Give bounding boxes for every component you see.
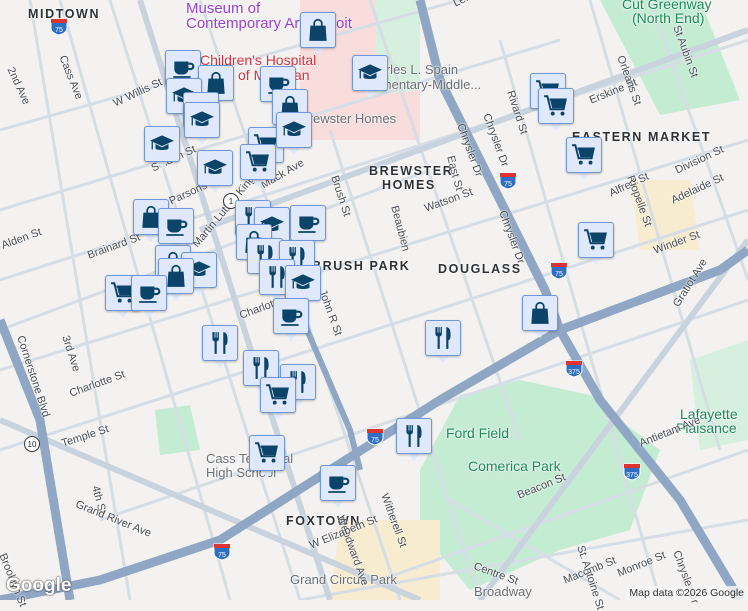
route-shield-i75: 75: [212, 543, 232, 561]
map-marker-shopping[interactable]: [522, 295, 558, 341]
svg-text:75: 75: [218, 552, 226, 559]
route-shield-m10: 10: [23, 435, 43, 453]
coffee-icon: [290, 205, 326, 241]
restaurant-icon: [396, 418, 432, 454]
coffee-icon: [320, 465, 356, 501]
map-attribution[interactable]: Map data ©2026 Google: [625, 586, 748, 600]
school-icon: [144, 126, 180, 162]
map-marker-school[interactable]: [352, 55, 388, 101]
grocery-icon: [538, 88, 574, 124]
map-marker-grocery[interactable]: [240, 144, 276, 190]
neighborhood-brush-park: BRUSH PARK: [312, 259, 411, 273]
coffee-icon: [131, 275, 167, 311]
shopping-icon: [522, 295, 558, 331]
coffee-icon: [273, 298, 309, 334]
svg-text:375: 375: [626, 472, 638, 479]
map-marker-grocery[interactable]: [260, 377, 296, 423]
map-marker-grocery[interactable]: [578, 222, 614, 268]
map-marker-restaurant[interactable]: [396, 418, 432, 464]
grocery-icon: [578, 222, 614, 258]
restaurant-icon: [202, 325, 238, 361]
neighborhood-brewster-homes: HOMES: [382, 178, 436, 192]
google-logo: Google: [6, 575, 72, 596]
svg-text:75: 75: [371, 437, 379, 444]
school-icon: [352, 55, 388, 91]
svg-text:75: 75: [55, 27, 63, 34]
poi-grand-circus-park[interactable]: Grand Circus Park: [290, 572, 397, 587]
map-marker-coffee[interactable]: [131, 275, 167, 321]
grocery-icon: [249, 435, 285, 471]
map-marker-shopping[interactable]: [300, 12, 336, 58]
map-marker-coffee[interactable]: [273, 298, 309, 344]
neighborhood-brewster: BREWSTER: [369, 164, 454, 178]
school-icon: [276, 112, 312, 148]
svg-text:10: 10: [28, 440, 37, 449]
coffee-icon: [158, 208, 194, 244]
map-marker-coffee[interactable]: [320, 465, 356, 511]
shopping-icon: [300, 12, 336, 48]
school-icon: [197, 150, 233, 186]
route-shield-i375: 375: [622, 463, 642, 481]
neighborhood-douglass: DOUGLASS: [438, 262, 522, 276]
map-marker-grocery[interactable]: [566, 137, 602, 183]
poi-ford-field[interactable]: Ford Field: [446, 425, 509, 441]
poi-cut-greenway-line2[interactable]: (North End): [632, 10, 704, 26]
map-marker-school[interactable]: [144, 126, 180, 172]
map-marker-grocery[interactable]: [249, 435, 285, 481]
grocery-icon: [566, 137, 602, 173]
poi-broadway[interactable]: Broadway: [474, 584, 532, 599]
svg-text:75: 75: [504, 181, 512, 188]
route-shield-i75: 75: [365, 428, 385, 446]
map-marker-school[interactable]: [184, 102, 220, 148]
grocery-icon: [260, 377, 296, 413]
map-marker-school[interactable]: [276, 112, 312, 158]
svg-text:1: 1: [229, 197, 234, 206]
map-marker-restaurant[interactable]: [202, 325, 238, 371]
school-icon: [285, 265, 321, 301]
route-shield-i375: 375: [564, 360, 584, 378]
route-shield-i75: 75: [549, 262, 569, 280]
restaurant-icon: [425, 320, 461, 356]
poi-brewster-homes[interactable]: Brewster Homes: [300, 111, 396, 126]
school-icon: [184, 102, 220, 138]
route-shield-i75: 75: [49, 18, 69, 36]
map-marker-grocery[interactable]: [538, 88, 574, 134]
route-shield-i75: 75: [498, 172, 518, 190]
grocery-icon: [240, 144, 276, 180]
map-marker-school[interactable]: [197, 150, 233, 196]
svg-text:375: 375: [568, 369, 580, 376]
poi-comerica-park[interactable]: Comerica Park: [468, 458, 561, 474]
map-marker-restaurant[interactable]: [425, 320, 461, 366]
svg-text:75: 75: [555, 271, 563, 278]
